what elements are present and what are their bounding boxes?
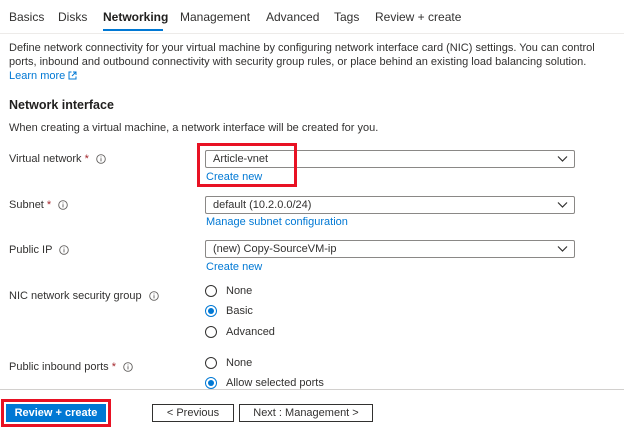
virtual-network-label-text: Virtual network [9, 153, 82, 165]
radio-button[interactable] [205, 357, 217, 369]
tab-basics[interactable]: Basics [9, 10, 44, 24]
public-ip-label-text: Public IP [9, 244, 53, 256]
nsg-option-basic[interactable]: Basic [205, 305, 253, 317]
radio-button-selected[interactable] [205, 305, 217, 317]
required-marker: * [84, 153, 89, 165]
info-icon[interactable] [148, 291, 159, 301]
chevron-down-icon [557, 246, 568, 252]
info-icon[interactable] [59, 245, 70, 255]
info-icon[interactable] [96, 154, 106, 164]
radio-label: Allow selected ports [226, 377, 324, 389]
annotation-highlight-box [1, 399, 111, 427]
learn-more-link[interactable]: Learn more [9, 70, 77, 82]
radio-button-selected[interactable] [205, 377, 217, 389]
radio-label: None [226, 357, 253, 369]
radio-button[interactable] [205, 285, 217, 297]
nsg-label: NIC network security group [9, 290, 159, 302]
public-ip-label: Public IP [9, 244, 70, 256]
nsg-option-advanced[interactable]: Advanced [205, 326, 275, 338]
active-tab-indicator [103, 29, 163, 31]
subnet-value: default (10.2.0.0/24) [213, 199, 312, 211]
network-interface-note: When creating a virtual machine, a netwo… [9, 122, 379, 134]
nsg-option-none[interactable]: None [205, 285, 252, 297]
chevron-down-icon [557, 202, 568, 208]
required-marker: * [46, 199, 52, 211]
next-management-button[interactable]: Next : Management > [239, 404, 373, 422]
virtual-network-label: Virtual network * [9, 153, 106, 165]
radio-label: Advanced [226, 326, 275, 338]
tab-management[interactable]: Management [180, 10, 250, 24]
tab-review-create[interactable]: Review + create [375, 10, 461, 24]
inbound-ports-option-none[interactable]: None [205, 357, 252, 369]
tab-advanced[interactable]: Advanced [266, 10, 319, 24]
tab-disks[interactable]: Disks [58, 10, 87, 24]
info-icon[interactable] [58, 200, 68, 210]
nsg-label-text: NIC network security group [9, 290, 142, 302]
inbound-ports-option-allow-selected[interactable]: Allow selected ports [205, 377, 324, 389]
required-marker: * [111, 361, 116, 373]
subnet-label-text: Subnet [9, 199, 44, 211]
annotation-highlight-box [197, 143, 297, 187]
radio-label: Basic [226, 305, 253, 317]
tab-tags[interactable]: Tags [334, 10, 359, 24]
subnet-select[interactable]: default (10.2.0.0/24) [205, 196, 575, 214]
public-ip-select[interactable]: (new) Copy-SourceVM-ip [205, 240, 575, 258]
manage-subnet-configuration-link[interactable]: Manage subnet configuration [206, 216, 348, 228]
footer-divider [0, 389, 624, 390]
tab-networking[interactable]: Networking [103, 10, 168, 24]
learn-more-label: Learn more [9, 70, 66, 82]
public-ip-create-new-link[interactable]: Create new [206, 261, 262, 273]
public-inbound-ports-label-text: Public inbound ports [9, 361, 109, 373]
public-inbound-ports-label: Public inbound ports * [9, 361, 133, 373]
network-interface-heading: Network interface [9, 98, 114, 112]
footer-bar: Review + create < Previous Next : Manage… [0, 389, 624, 439]
subnet-label: Subnet * [9, 199, 68, 211]
radio-button[interactable] [205, 326, 217, 338]
description-text: Define network connectivity for your vir… [9, 42, 595, 68]
tab-bar-divider [0, 33, 624, 34]
networking-description: Define network connectivity for your vir… [9, 41, 609, 83]
chevron-down-icon [557, 156, 568, 162]
radio-label: None [226, 285, 253, 297]
tab-bar: Basics Disks Networking Management Advan… [0, 0, 624, 34]
info-icon[interactable] [123, 362, 133, 372]
external-link-icon [68, 71, 77, 80]
public-ip-value: (new) Copy-SourceVM-ip [213, 243, 337, 255]
previous-button[interactable]: < Previous [152, 404, 234, 422]
